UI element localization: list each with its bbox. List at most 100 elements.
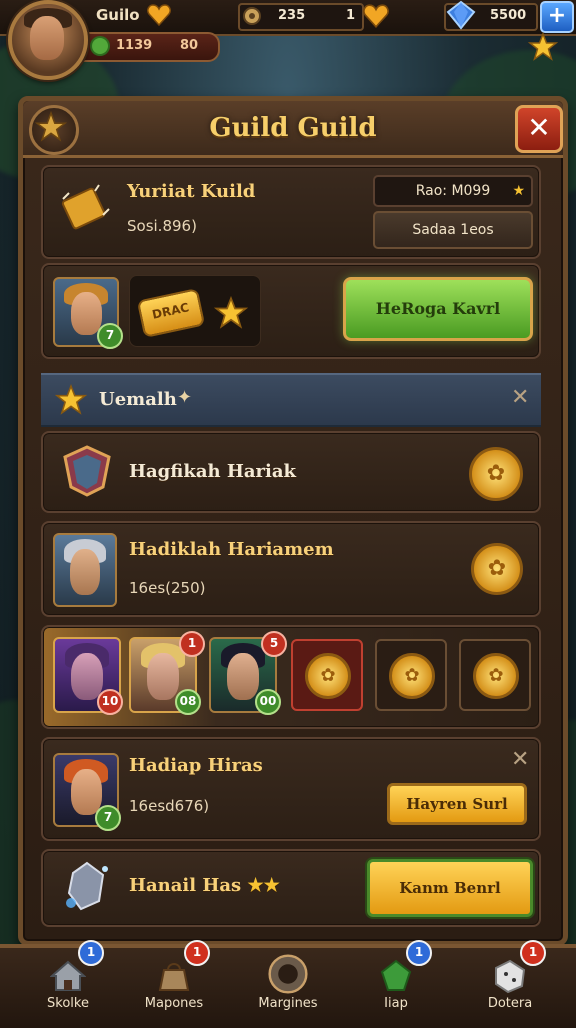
- reward-box: DRAC: [129, 275, 261, 347]
- ticket-icon: DRAC: [136, 287, 206, 339]
- reward-slot[interactable]: [375, 639, 447, 711]
- nav-item-iiap[interactable]: 1 Iiap: [344, 940, 448, 1028]
- gold-coin-icon: [389, 653, 435, 699]
- crystal-icon: [66, 861, 108, 911]
- guild-panel: Guild Guild ✕ Yuriiat Kuild Sosi.896) Ra…: [18, 96, 568, 946]
- list-item[interactable]: Hanail Has ★★ Kanm Benrl: [41, 849, 541, 927]
- nav-item-mapones[interactable]: 1 Mapones: [122, 940, 226, 1028]
- shield-icon: [63, 445, 111, 497]
- hero-level-badge: 7: [95, 805, 121, 831]
- list-item-button[interactable]: Hayren Surl: [387, 783, 527, 825]
- heart-icon: [147, 4, 171, 27]
- gold-coin-icon: [473, 653, 519, 699]
- list-item[interactable]: Hagfikah Hariak: [41, 431, 541, 513]
- panel-title: Guild Guild: [209, 113, 377, 143]
- hero-card: 7 DRAC HeRoga Kavrl: [41, 263, 541, 359]
- list-item-title: Hagfikah Hariak: [129, 461, 296, 482]
- player-avatar[interactable]: [8, 0, 88, 80]
- list-item-title: Hadiap Hiras: [129, 755, 263, 776]
- list-item-subtitle: 16esd676): [129, 797, 210, 815]
- hero-portrait[interactable]: [53, 533, 117, 607]
- heart-icon: [363, 4, 389, 28]
- clover-pill: 1139 80: [80, 32, 220, 62]
- notification-badge: 1: [179, 631, 205, 657]
- panel-header: Guild Guild ✕: [23, 101, 563, 158]
- list-item-title-text: Hanail Has: [129, 875, 242, 896]
- shield-icon: [268, 954, 308, 994]
- close-button[interactable]: ✕: [515, 105, 563, 153]
- list-item-title: Hadiklah Hariamem: [129, 539, 334, 560]
- hero-level-badge: 10: [97, 689, 123, 715]
- bottom-nav: 1 Skolke 1 Mapones Margines 1 Iiap 1 Dot…: [0, 940, 576, 1028]
- nav-label: Skolke: [47, 996, 89, 1011]
- nav-badge: 1: [184, 940, 210, 966]
- nav-badge: 1: [406, 940, 432, 966]
- bag-icon: [158, 963, 190, 991]
- close-icon[interactable]: ✕: [511, 747, 529, 772]
- reward-slot[interactable]: [291, 639, 363, 711]
- hero-action-button[interactable]: HeRoga Kavrl: [343, 277, 533, 341]
- hero-level-badge: 00: [255, 689, 281, 715]
- nav-item-margines[interactable]: Margines: [236, 948, 340, 1028]
- nav-item-skolke[interactable]: 1 Skolke: [16, 940, 120, 1028]
- sparkle-icon: ✦: [177, 387, 193, 408]
- list-item-button[interactable]: Kanm Benrl: [367, 859, 533, 917]
- guild-action-button[interactable]: Sadaa 1eos: [373, 211, 533, 249]
- guild-banner-icon: [61, 184, 110, 230]
- gold-medal-icon[interactable]: [469, 447, 523, 501]
- nav-label: Margines: [258, 996, 318, 1011]
- gold-pill: 235 1: [238, 3, 364, 31]
- count-value: 1: [346, 8, 356, 23]
- star-icon: [55, 384, 87, 415]
- nav-item-dotera[interactable]: 1 Dotera: [458, 940, 562, 1028]
- gem-icon: [446, 0, 476, 30]
- nav-badge: 1: [78, 940, 104, 966]
- hero-face: [227, 653, 259, 701]
- stars-icon: ★★: [247, 875, 280, 896]
- rank-star-icon: ★: [512, 183, 525, 199]
- guild-name: Yuriiat Kuild: [127, 181, 256, 202]
- notification-badge: 5: [261, 631, 287, 657]
- coin-icon: [243, 7, 261, 25]
- guild-label: Guilo: [96, 6, 140, 24]
- collapse-icon[interactable]: ✕: [511, 385, 529, 410]
- add-gems-button[interactable]: +: [540, 1, 574, 33]
- clover-icon: [92, 38, 108, 54]
- gold-coin-icon: [305, 653, 351, 699]
- hero-level-badge: 7: [97, 323, 123, 349]
- clover-value: 1139: [116, 38, 153, 53]
- guild-rank-pill: Rao: M099 ★: [373, 175, 533, 207]
- guild-members: Sosi.896): [127, 217, 197, 235]
- hero-face: [70, 549, 100, 595]
- avatar-face: [30, 16, 64, 60]
- star-icon: [214, 296, 248, 329]
- hero-face: [70, 292, 102, 336]
- guild-info-card: Yuriiat Kuild Sosi.896) Rao: M099 ★ Sada…: [41, 165, 541, 259]
- gold-value: 235: [278, 8, 306, 23]
- hero-face: [71, 653, 103, 701]
- guild-rank-text: Rao: M099: [415, 183, 491, 199]
- hero-level-badge: 08: [175, 689, 201, 715]
- section-header: Uemalh ✦ ✕: [41, 373, 541, 427]
- nav-label: Dotera: [487, 996, 533, 1011]
- dice-icon: [495, 959, 526, 994]
- nav-badge: 1: [520, 940, 546, 966]
- gold-medal-icon[interactable]: [471, 543, 523, 595]
- ticket-label: DRAC: [150, 300, 191, 322]
- home-icon: [50, 960, 86, 991]
- hero-face: [70, 769, 102, 815]
- list-item[interactable]: Hadiklah Hariamem 16es(250): [41, 521, 541, 617]
- reward-slot[interactable]: [459, 639, 531, 711]
- hero-team-row: 10 1 08 5 00: [41, 625, 541, 729]
- gem-value: 5500: [490, 8, 527, 23]
- nav-label: Iiap: [384, 996, 408, 1011]
- list-item-title: Hanail Has ★★: [129, 875, 280, 896]
- gem-icon: [380, 959, 412, 991]
- star-icon[interactable]: [528, 32, 558, 62]
- list-item-subtitle: 16es(250): [129, 579, 206, 597]
- section-title: Uemalh: [99, 389, 177, 410]
- clover-extra: 80: [180, 38, 199, 53]
- hero-face: [147, 653, 179, 701]
- nav-label: Mapones: [144, 996, 204, 1011]
- list-item[interactable]: 7 Hadiap Hiras 16esd676) ✕ Hayren Surl: [41, 737, 541, 841]
